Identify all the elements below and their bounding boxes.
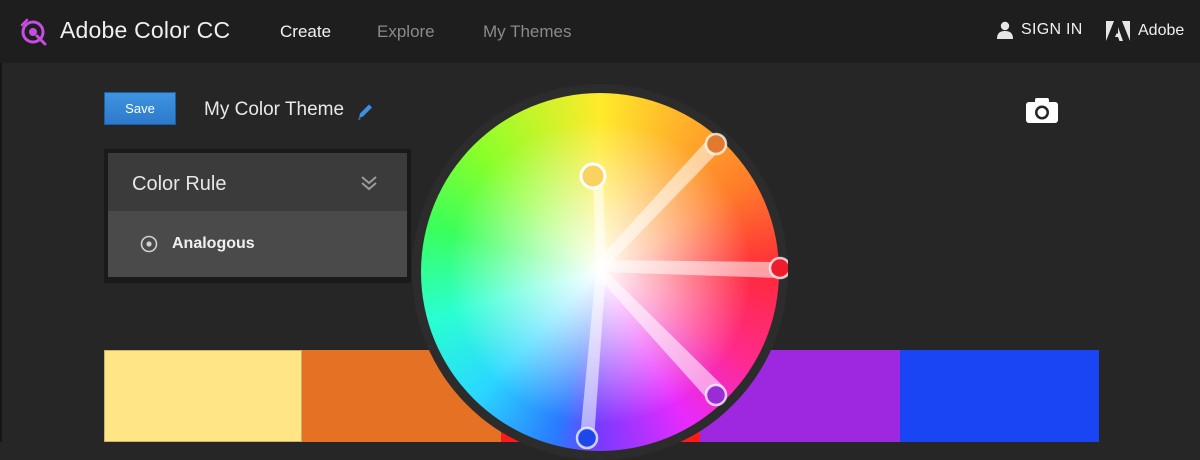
nav-my-themes[interactable]: My Themes xyxy=(483,22,572,42)
color-marker[interactable] xyxy=(575,426,599,450)
camera-icon[interactable] xyxy=(1024,96,1060,124)
nav-create[interactable]: Create xyxy=(280,22,331,42)
adobe-link[interactable]: Adobe xyxy=(1106,21,1184,41)
color-rule-header[interactable]: Color Rule xyxy=(108,153,407,211)
top-navigation-bar: Adobe Color CC Create Explore My Themes … xyxy=(0,0,1200,63)
save-button[interactable]: Save xyxy=(104,92,176,125)
theme-name[interactable]: My Color Theme xyxy=(204,99,344,121)
adobe-label: Adobe xyxy=(1138,22,1185,39)
pencil-edit-icon[interactable] xyxy=(356,101,374,121)
color-wheel[interactable] xyxy=(412,84,788,460)
marker-spoke xyxy=(596,138,722,270)
adobe-color-logo-icon[interactable] xyxy=(19,17,49,47)
app-title[interactable]: Adobe Color CC xyxy=(60,17,230,44)
marker-spoke xyxy=(580,270,606,440)
base-color-marker[interactable] xyxy=(579,162,607,190)
rule-option-label: Analogous xyxy=(172,235,255,252)
sign-in-button[interactable]: SIGN IN xyxy=(996,21,1083,39)
color-marker[interactable] xyxy=(768,256,788,280)
color-rule-panel: Color Rule Analogous xyxy=(104,149,411,283)
sign-in-label: SIGN IN xyxy=(1021,21,1083,38)
marker-spoke xyxy=(597,270,724,402)
radio-selected-icon[interactable] xyxy=(140,235,158,253)
nav-explore[interactable]: Explore xyxy=(377,22,435,42)
color-swatch[interactable] xyxy=(104,350,302,442)
user-icon xyxy=(997,21,1013,39)
color-swatch[interactable] xyxy=(900,350,1099,442)
rule-option-analogous[interactable]: Analogous xyxy=(108,211,407,277)
left-edge-divider xyxy=(0,63,2,442)
double-chevron-down-icon[interactable] xyxy=(360,175,378,191)
color-wheel-markers xyxy=(575,132,788,450)
marker-spoke xyxy=(593,176,606,266)
color-marker[interactable] xyxy=(704,383,728,407)
color-rule-title: Color Rule xyxy=(132,173,227,195)
color-marker[interactable] xyxy=(704,132,728,156)
adobe-logo-icon xyxy=(1106,21,1130,41)
marker-spoke xyxy=(600,260,778,278)
